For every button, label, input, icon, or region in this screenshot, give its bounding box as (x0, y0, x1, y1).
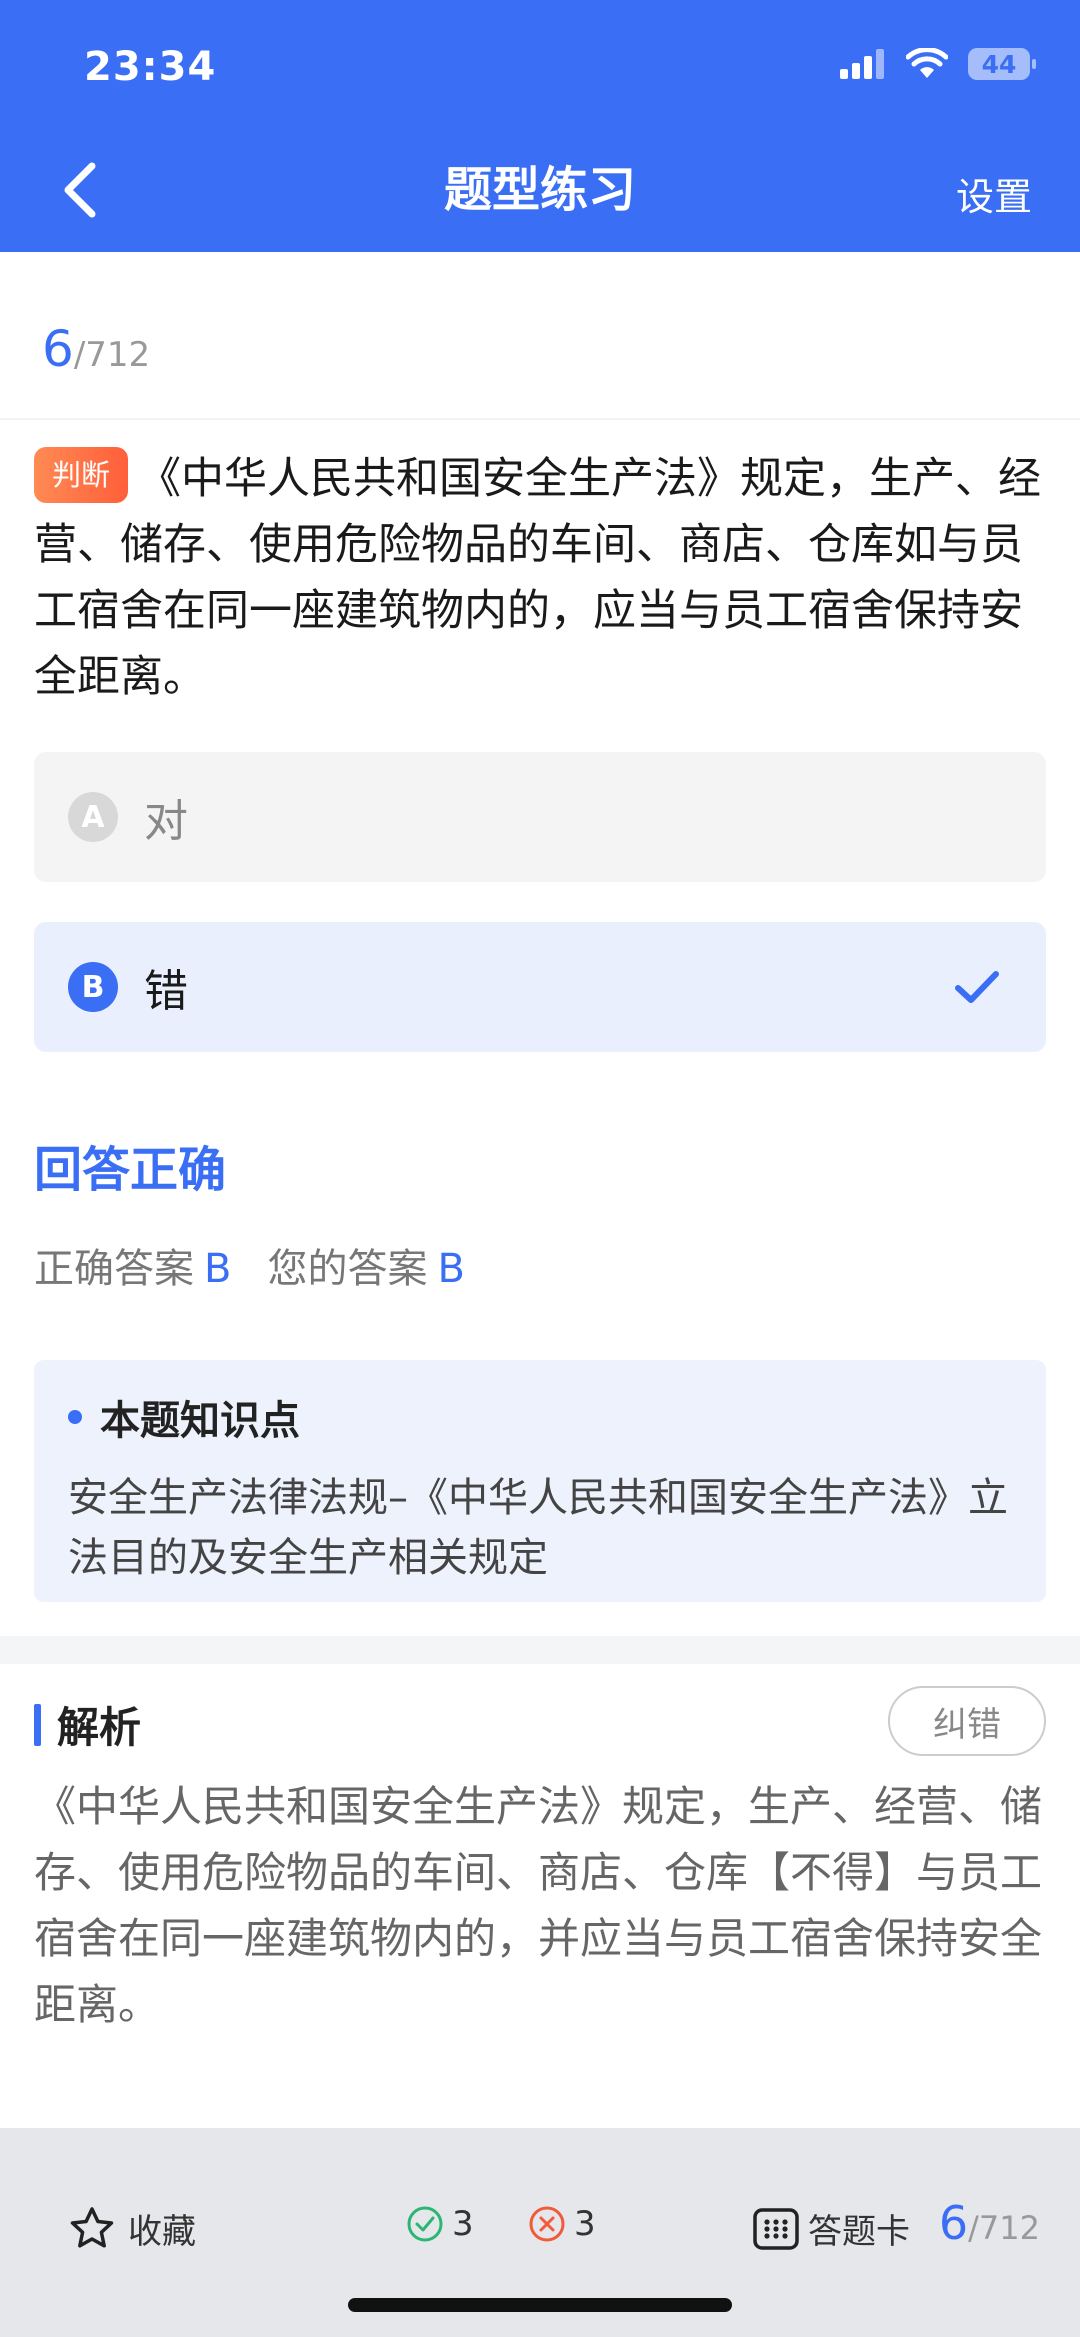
star-icon (70, 2206, 114, 2248)
check-icon (955, 971, 999, 1003)
signal-icon (840, 49, 884, 79)
knowledge-body: 安全生产法律法规–《中华人民共和国安全生产法》立法目的及安全生产相关规定 (68, 1475, 1008, 1581)
question-stem: 判断 《中华人民共和国安全生产法》规定，生产、经营、储存、使用危险物品的车间、商店… (34, 446, 1044, 710)
option-text: 错 (144, 966, 188, 1017)
correct-answer-value: B (204, 1246, 232, 1292)
status-icons: 44 (840, 48, 1036, 80)
page-title: 题型练习 (443, 162, 636, 218)
right-count: 3 (406, 2204, 474, 2244)
question-text: 《中华人民共和国安全生产法》规定，生产、经营、储存、使用危险物品的车间、商店、仓… (34, 454, 1042, 702)
knowledge-point-card: 本题知识点 安全生产法律法规–《中华人民共和国安全生产法》立法目的及安全生产相关… (34, 1360, 1046, 1602)
your-answer-value: B (437, 1246, 465, 1292)
bottom-progress-total: /712 (968, 2209, 1040, 2247)
knowledge-title: 本题知识点 (68, 1388, 1012, 1446)
answer-card-button[interactable]: 答题卡 (752, 2204, 910, 2253)
grid-icon (753, 2207, 799, 2250)
question-type-tag: 判断 (34, 447, 129, 503)
wrong-circle-icon (529, 2206, 565, 2242)
right-circle-icon (407, 2206, 443, 2242)
app-header: 23:34 44 题型练习 设置 (0, 0, 1080, 252)
divider (0, 418, 1080, 420)
option-text: 对 (144, 796, 188, 847)
progress-total: /712 (73, 335, 151, 375)
correct-answer-label: 正确答案 (34, 1246, 194, 1292)
section-divider (0, 1636, 1080, 1664)
option-b[interactable]: B 错 (34, 922, 1046, 1052)
your-answer-label: 您的答案 (267, 1246, 428, 1292)
home-indicator[interactable] (348, 2298, 732, 2312)
question-progress: 6/712 (42, 320, 150, 378)
wifi-icon (906, 48, 948, 78)
battery-icon: 44 (968, 48, 1036, 80)
analysis-title-text: 解析 (57, 1703, 142, 1752)
knowledge-title-text: 本题知识点 (100, 1398, 300, 1444)
analysis-body: 《中华人民共和国安全生产法》规定，生产、经营、储存、使用危险物品的车间、商店、仓… (34, 1782, 1043, 2029)
bottom-progress: 6/712 (939, 2196, 1040, 2250)
answer-result: 回答正确 (34, 1142, 227, 1198)
option-a[interactable]: A 对 (34, 752, 1046, 882)
wrong-count-value: 3 (574, 2204, 596, 2244)
progress-current: 6 (42, 320, 74, 378)
favorite-button[interactable]: 收藏 (68, 2204, 196, 2253)
wrong-count: 3 (528, 2204, 596, 2244)
report-error-button[interactable]: 纠错 (888, 1686, 1046, 1756)
analysis-title: 解析 (34, 1694, 141, 1755)
answer-card-label: 答题卡 (808, 2212, 910, 2252)
option-letter: B (68, 962, 118, 1012)
right-count-value: 3 (452, 2204, 474, 2244)
favorite-label: 收藏 (128, 2212, 196, 2252)
option-letter: A (68, 792, 118, 842)
bullet-dot (68, 1410, 82, 1424)
bottom-progress-current: 6 (938, 2196, 969, 2250)
status-time: 23:34 (84, 44, 217, 90)
title-accent-bar (34, 1703, 41, 1746)
settings-button[interactable]: 设置 (956, 166, 1032, 221)
answer-summary: 正确答案 B 您的答案 B (34, 1236, 501, 1294)
